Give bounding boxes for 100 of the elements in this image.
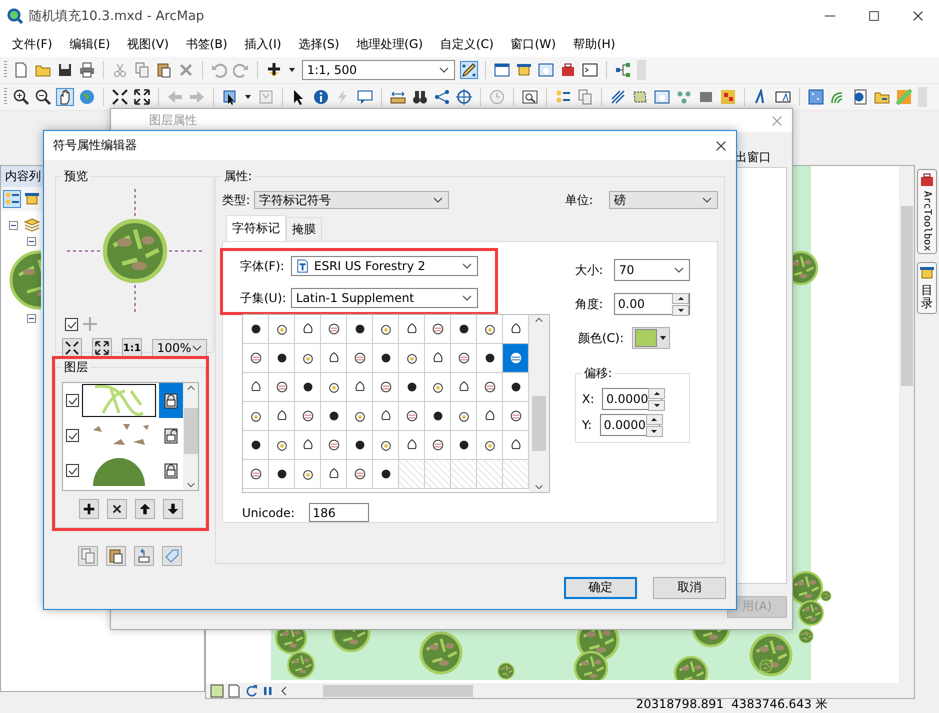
menu-item[interactable]: 帮助(H) bbox=[572, 34, 616, 54]
speech-bubble-icon[interactable] bbox=[357, 89, 373, 105]
glyph-cell[interactable] bbox=[425, 460, 451, 490]
collapse-icon[interactable] bbox=[9, 220, 18, 230]
glyph-cell[interactable] bbox=[373, 373, 399, 402]
toolbar-grip[interactable] bbox=[4, 88, 7, 106]
dock-tab[interactable]: 目录 bbox=[917, 262, 937, 314]
glyph-cell[interactable] bbox=[451, 315, 477, 344]
checkbox[interactable] bbox=[65, 318, 78, 331]
checkbox[interactable] bbox=[66, 394, 79, 408]
glyph-cell[interactable] bbox=[269, 431, 295, 460]
glyph-cell[interactable] bbox=[269, 402, 295, 432]
layers-copy-icon[interactable] bbox=[577, 89, 593, 105]
glyph-cell[interactable] bbox=[321, 402, 347, 432]
fit-button[interactable] bbox=[62, 338, 82, 358]
glyph-cell[interactable] bbox=[347, 431, 373, 460]
glyph-cell[interactable] bbox=[243, 315, 269, 344]
remove-layer-button[interactable] bbox=[106, 499, 126, 520]
menu-item[interactable]: 窗口(W) bbox=[510, 34, 556, 54]
model-builder-icon[interactable] bbox=[615, 62, 631, 78]
glyph-cell[interactable] bbox=[295, 460, 321, 490]
toolbar-grip[interactable] bbox=[4, 61, 7, 79]
scale-field[interactable]: 1:1, 500 bbox=[302, 60, 455, 80]
offset-y-field[interactable]: 0.0000 bbox=[600, 414, 660, 436]
magnifier-window-icon[interactable] bbox=[522, 89, 538, 105]
glyph-cell[interactable] bbox=[295, 431, 321, 460]
offset-x-field[interactable]: 0.0000 bbox=[602, 388, 662, 410]
spin-up-button[interactable] bbox=[672, 292, 689, 304]
tag-button[interactable] bbox=[162, 546, 182, 566]
fixed-zoom-out-icon[interactable] bbox=[134, 89, 150, 105]
mosaic-icon[interactable] bbox=[720, 89, 736, 105]
catalog-window-icon[interactable] bbox=[516, 62, 532, 78]
glyph-cell[interactable] bbox=[399, 373, 425, 402]
cut-icon[interactable] bbox=[112, 62, 128, 78]
glyph-cell[interactable] bbox=[269, 344, 295, 374]
type-dropdown[interactable]: 字符标记符号 bbox=[254, 191, 450, 210]
menu-item[interactable]: 文件(F) bbox=[12, 34, 52, 54]
add-data-icon[interactable] bbox=[266, 62, 282, 78]
dock-tab[interactable]: ArcToolbox bbox=[917, 169, 937, 254]
map-icon[interactable] bbox=[808, 89, 824, 105]
command-window-icon[interactable] bbox=[582, 62, 598, 78]
lock-icon[interactable] bbox=[163, 462, 179, 479]
info-icon[interactable] bbox=[313, 89, 329, 105]
refresh-icon[interactable] bbox=[244, 684, 258, 698]
menu-item[interactable]: 编辑(E) bbox=[69, 34, 110, 54]
glyph-cell[interactable] bbox=[477, 460, 503, 490]
size-dropdown[interactable]: 70 bbox=[614, 259, 690, 282]
dots-icon[interactable] bbox=[676, 89, 692, 105]
menu-item[interactable]: 书签(B) bbox=[186, 34, 228, 54]
paste-button[interactable] bbox=[106, 546, 126, 566]
square-icon[interactable] bbox=[698, 89, 714, 105]
maximize-button[interactable] bbox=[867, 8, 881, 22]
glyph-cell[interactable] bbox=[321, 373, 347, 402]
paste-icon[interactable] bbox=[156, 62, 172, 78]
expand-button[interactable] bbox=[92, 338, 112, 358]
glyph-cell[interactable] bbox=[243, 460, 269, 490]
glyph-cell[interactable] bbox=[269, 315, 295, 344]
glyph-cell[interactable] bbox=[425, 373, 451, 402]
glyph-cell[interactable] bbox=[451, 460, 477, 490]
measure-icon[interactable] bbox=[390, 89, 406, 105]
glyph-cell[interactable] bbox=[321, 344, 347, 374]
glyph-cell[interactable] bbox=[477, 373, 503, 402]
add-layer-button[interactable] bbox=[78, 499, 98, 520]
glyph-cell[interactable] bbox=[425, 315, 451, 344]
print-icon[interactable] bbox=[79, 62, 95, 78]
glyph-cell[interactable] bbox=[503, 460, 529, 490]
menu-item[interactable]: 地理处理(G) bbox=[356, 34, 423, 54]
glyph-cell[interactable] bbox=[321, 315, 347, 344]
data-view-icon[interactable] bbox=[210, 684, 224, 698]
menu-item[interactable]: 插入(I) bbox=[244, 34, 282, 54]
glyph-cell[interactable] bbox=[373, 402, 399, 432]
glyph-cell[interactable] bbox=[399, 460, 425, 490]
glyph-cell[interactable] bbox=[269, 460, 295, 490]
glyph-cell[interactable] bbox=[243, 431, 269, 460]
vertical-scrollbar[interactable] bbox=[183, 383, 198, 490]
editor-icon[interactable] bbox=[461, 62, 477, 78]
magnifier-document-icon[interactable] bbox=[852, 89, 868, 105]
scrollbar-thumb[interactable] bbox=[900, 206, 912, 386]
actual-size-button[interactable]: 1:1 bbox=[122, 338, 142, 358]
glyph-cell[interactable] bbox=[295, 402, 321, 432]
glyph-cell[interactable] bbox=[347, 315, 373, 344]
horizontal-scrollbar-thumb[interactable] bbox=[323, 684, 473, 696]
menu-item[interactable]: 视图(V) bbox=[127, 34, 169, 54]
glyph-cell[interactable] bbox=[295, 315, 321, 344]
ok-button[interactable]: 确定 bbox=[564, 576, 637, 599]
copy-icon[interactable] bbox=[134, 62, 150, 78]
label-box-icon[interactable] bbox=[775, 89, 791, 105]
glyph-cell[interactable] bbox=[373, 315, 399, 344]
color-picker-button[interactable] bbox=[632, 327, 670, 350]
glyph-cell[interactable] bbox=[243, 373, 269, 402]
glyph-cell[interactable] bbox=[347, 460, 373, 490]
table-window-icon[interactable] bbox=[494, 62, 510, 78]
select-elements-icon[interactable] bbox=[222, 89, 238, 105]
vertical-scrollbar[interactable] bbox=[899, 166, 914, 683]
binoculars-icon[interactable] bbox=[412, 89, 428, 105]
glyph-cell[interactable] bbox=[373, 431, 399, 460]
glyph-cell[interactable] bbox=[243, 344, 269, 374]
glyph-cell[interactable] bbox=[451, 373, 477, 402]
cancel-button[interactable]: 取消 bbox=[653, 576, 726, 599]
subset-dropdown[interactable]: Latin-1 Supplement bbox=[291, 288, 478, 308]
